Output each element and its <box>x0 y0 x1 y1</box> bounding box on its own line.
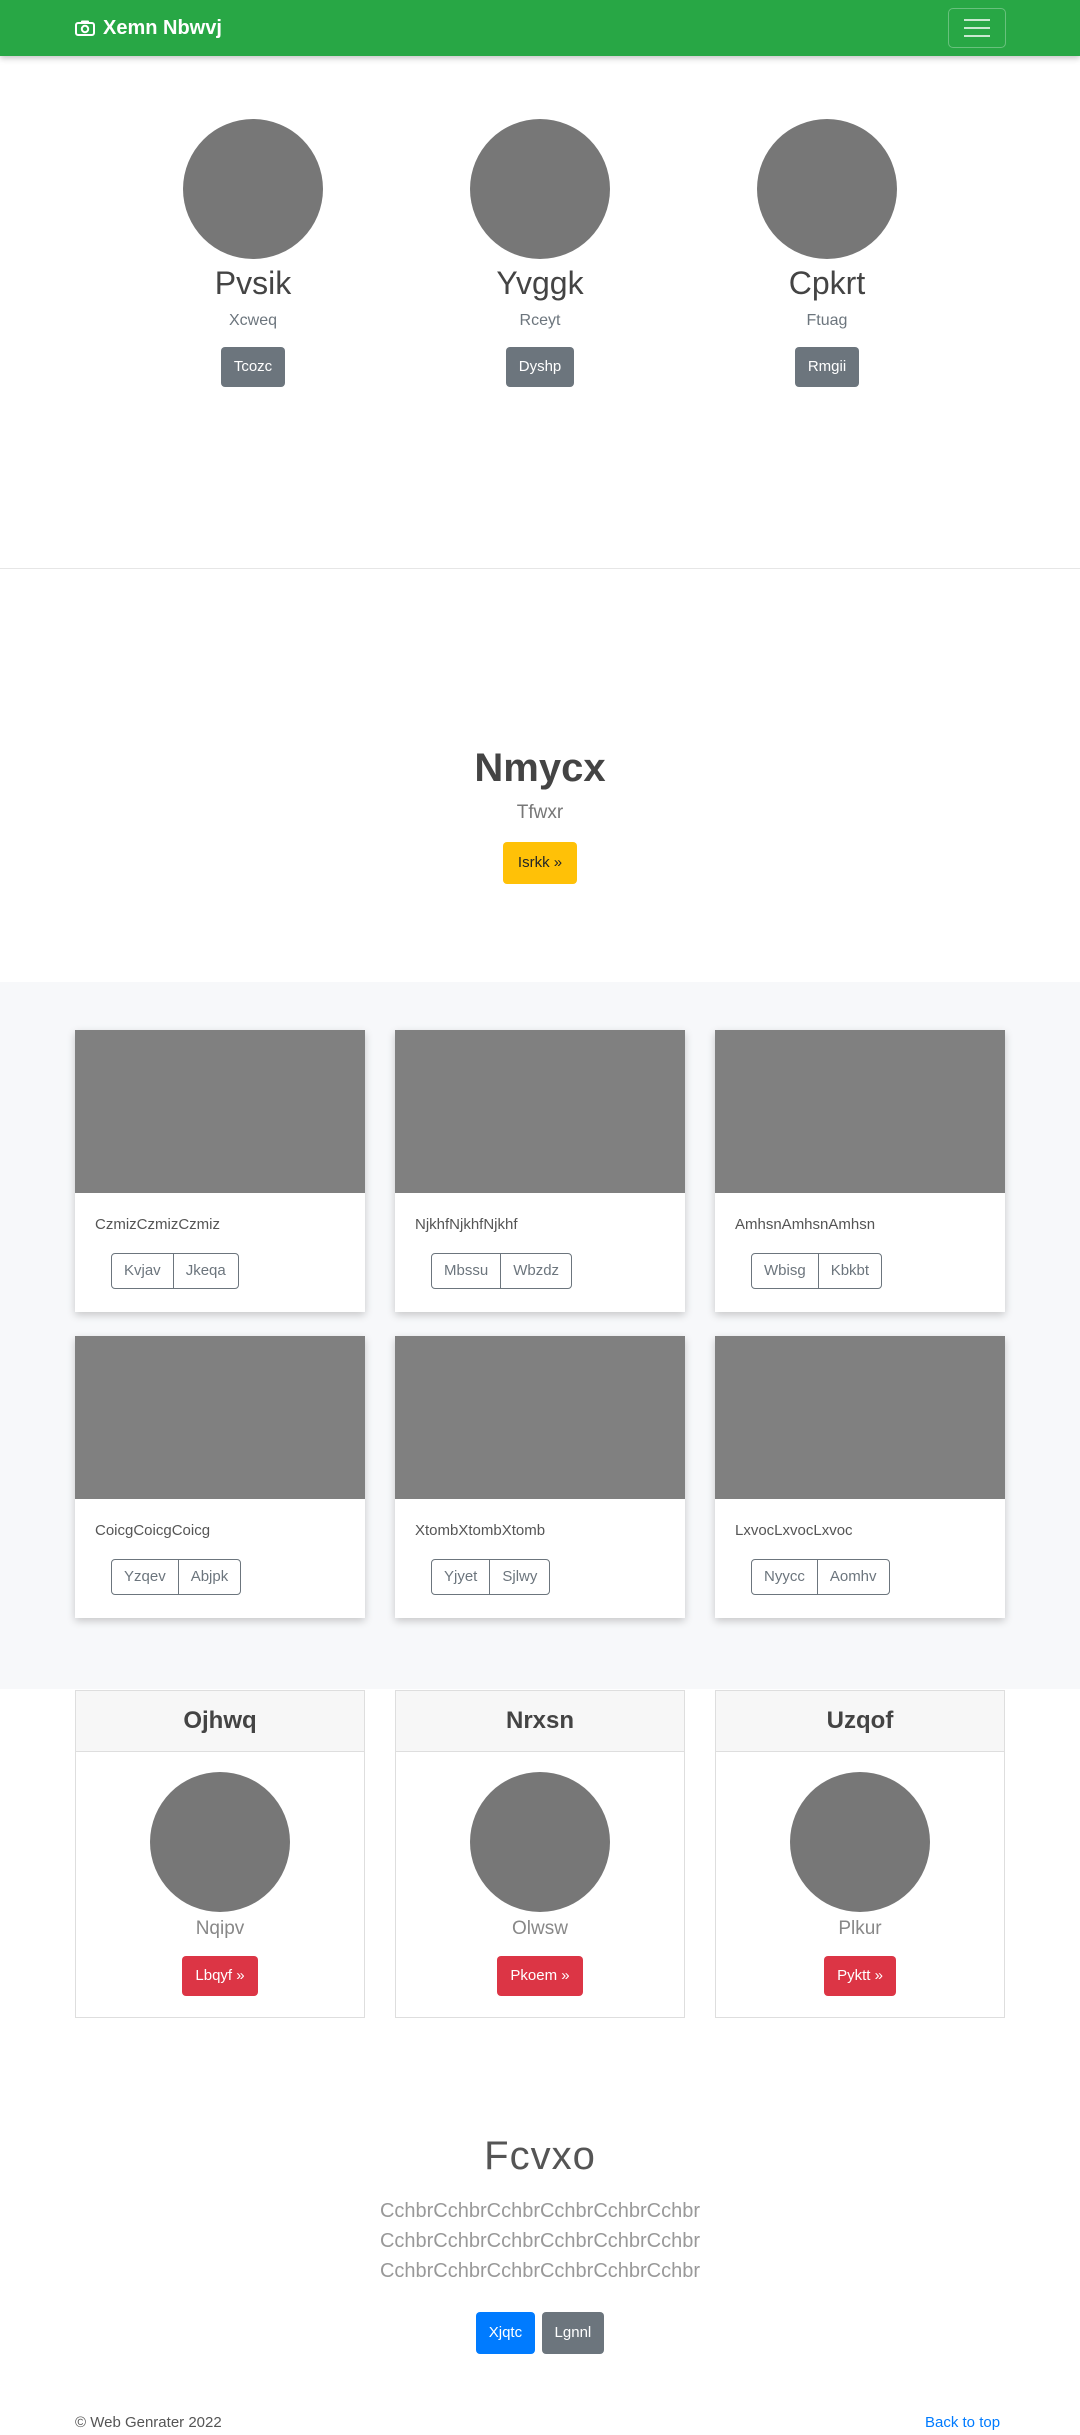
hero-title: Nmycx <box>474 746 606 790</box>
pricing-card: Nrxsn Olwsw Pkoem » <box>395 1690 685 2018</box>
card-text: AmhsnAmhsnAmhsn <box>735 1216 876 1233</box>
card-button[interactable]: Kbkbt <box>817 1253 883 1289</box>
card-button-group: Yzqev Abjpk <box>111 1559 242 1595</box>
member-button[interactable]: Dyshp <box>505 347 575 387</box>
jumbotron-text: CchbrCchbrCchbrCchbrCchbrCchbr CchbrCchb… <box>379 2200 701 2282</box>
member-name: Yvggk <box>496 265 584 301</box>
card-button[interactable]: Wbisg <box>751 1253 819 1289</box>
pricing-card-header: Uzqof <box>716 1691 1004 1752</box>
album-card: NjkhfNjkhfNjkhf Mbssu Wbzdz <box>395 1030 685 1312</box>
navbar-toggler-button[interactable] <box>948 8 1006 48</box>
pricing-image <box>150 1772 290 1912</box>
album-card: AmhsnAmhsnAmhsn Wbisg Kbkbt <box>715 1030 1005 1312</box>
jumbotron-title: Fcvxo <box>484 2134 596 2178</box>
brand-name: Xemn Nbwvj <box>103 16 222 39</box>
pricing-button[interactable]: Pkoem » <box>497 1956 583 1996</box>
team-member: Yvggk Rceyt Dyshp <box>395 119 685 387</box>
card-thumbnail <box>395 1030 685 1193</box>
pricing-card-header: Nrxsn <box>396 1691 684 1752</box>
back-to-top-link[interactable]: Back to top <box>925 2414 1000 2431</box>
member-role: Rceyt <box>519 312 561 329</box>
avatar <box>183 119 323 259</box>
camera-icon <box>75 20 95 36</box>
secondary-button[interactable]: Lgnnl <box>541 2312 605 2354</box>
album-card: CzmizCzmizCzmiz Kvjav Jkeqa <box>75 1030 365 1312</box>
avatar <box>757 119 897 259</box>
card-button-group: Wbisg Kbkbt <box>751 1253 883 1289</box>
card-button[interactable]: Mbssu <box>431 1253 502 1289</box>
avatar <box>470 119 610 259</box>
card-button[interactable]: Wbzdz <box>500 1253 573 1289</box>
album-card: CoicgCoicgCoicg Yzqev Abjpk <box>75 1336 365 1618</box>
card-text: XtombXtombXtomb <box>415 1522 546 1539</box>
pricing-card: Uzqof Plkur Pyktt » <box>715 1690 1005 2018</box>
member-role: Ftuag <box>806 312 848 329</box>
card-thumbnail <box>715 1030 1005 1193</box>
pricing-plan: Plkur <box>838 1918 882 1939</box>
team-member: Cpkrt Ftuag Rmgii <box>682 119 972 387</box>
card-button[interactable]: Kvjav <box>111 1253 174 1289</box>
hero-section: Nmycx Tfwxr Isrkk » <box>0 740 1080 884</box>
card-button[interactable]: Nyycc <box>751 1559 818 1595</box>
pricing-card: Ojhwq Nqipv Lbqyf » <box>75 1690 365 2018</box>
card-button-group: Mbssu Wbzdz <box>431 1253 573 1289</box>
card-thumbnail <box>75 1030 365 1193</box>
hero-subtitle: Tfwxr <box>516 802 564 823</box>
card-thumbnail <box>75 1336 365 1499</box>
pricing-button[interactable]: Lbqyf » <box>182 1956 258 1996</box>
member-button[interactable]: Tcozc <box>220 347 286 387</box>
card-button[interactable]: Yjyet <box>431 1559 491 1595</box>
card-button-group: Yjyet Sjlwy <box>431 1559 551 1595</box>
member-button[interactable]: Rmgii <box>794 347 860 387</box>
footer-copyright: © Web Genrater 2022 <box>75 2414 222 2431</box>
hamburger-menu-icon <box>964 19 990 21</box>
member-role: Xcweq <box>228 312 278 329</box>
card-button[interactable]: Abjpk <box>177 1559 242 1595</box>
card-button[interactable]: Jkeqa <box>172 1253 239 1289</box>
card-thumbnail <box>715 1336 1005 1499</box>
navbar: Xemn Nbwvj <box>0 0 1080 56</box>
card-text: LxvocLxvocLxvoc <box>735 1522 853 1539</box>
card-button-group: Nyycc Aomhv <box>751 1559 890 1595</box>
album-section: CzmizCzmizCzmiz Kvjav Jkeqa NjkhfNjkhfNj… <box>0 982 1080 1689</box>
card-text: CoicgCoicgCoicg <box>95 1522 211 1539</box>
card-text: NjkhfNjkhfNjkhf <box>415 1216 518 1233</box>
hero-button[interactable]: Isrkk » <box>502 842 578 884</box>
card-text: CzmizCzmizCzmiz <box>95 1216 220 1233</box>
card-button[interactable]: Yzqev <box>111 1559 179 1595</box>
team-member: Pvsik Xcweq Tcozc <box>108 119 398 387</box>
card-button-group: Kvjav Jkeqa <box>111 1253 239 1289</box>
card-thumbnail <box>395 1336 685 1499</box>
pricing-plan: Nqipv <box>195 1918 245 1939</box>
album-card: LxvocLxvocLxvoc Nyycc Aomhv <box>715 1336 1005 1618</box>
pricing-image <box>790 1772 930 1912</box>
pricing-card-header: Ojhwq <box>76 1691 364 1752</box>
brand-link[interactable]: Xemn Nbwvj <box>75 14 222 42</box>
pricing-plan: Olwsw <box>512 1918 568 1939</box>
pricing-button[interactable]: Pyktt » <box>824 1956 896 1996</box>
card-button[interactable]: Sjlwy <box>489 1559 551 1595</box>
section-divider <box>0 568 1080 569</box>
member-name: Pvsik <box>214 265 292 301</box>
jumbotron: Fcvxo CchbrCchbrCchbrCchbrCchbrCchbr Cch… <box>0 2130 1080 2354</box>
album-card: XtombXtombXtomb Yjyet Sjlwy <box>395 1336 685 1618</box>
member-name: Cpkrt <box>788 265 866 301</box>
card-button[interactable]: Aomhv <box>816 1559 890 1595</box>
primary-button[interactable]: Xjqtc <box>475 2312 536 2354</box>
pricing-image <box>470 1772 610 1912</box>
